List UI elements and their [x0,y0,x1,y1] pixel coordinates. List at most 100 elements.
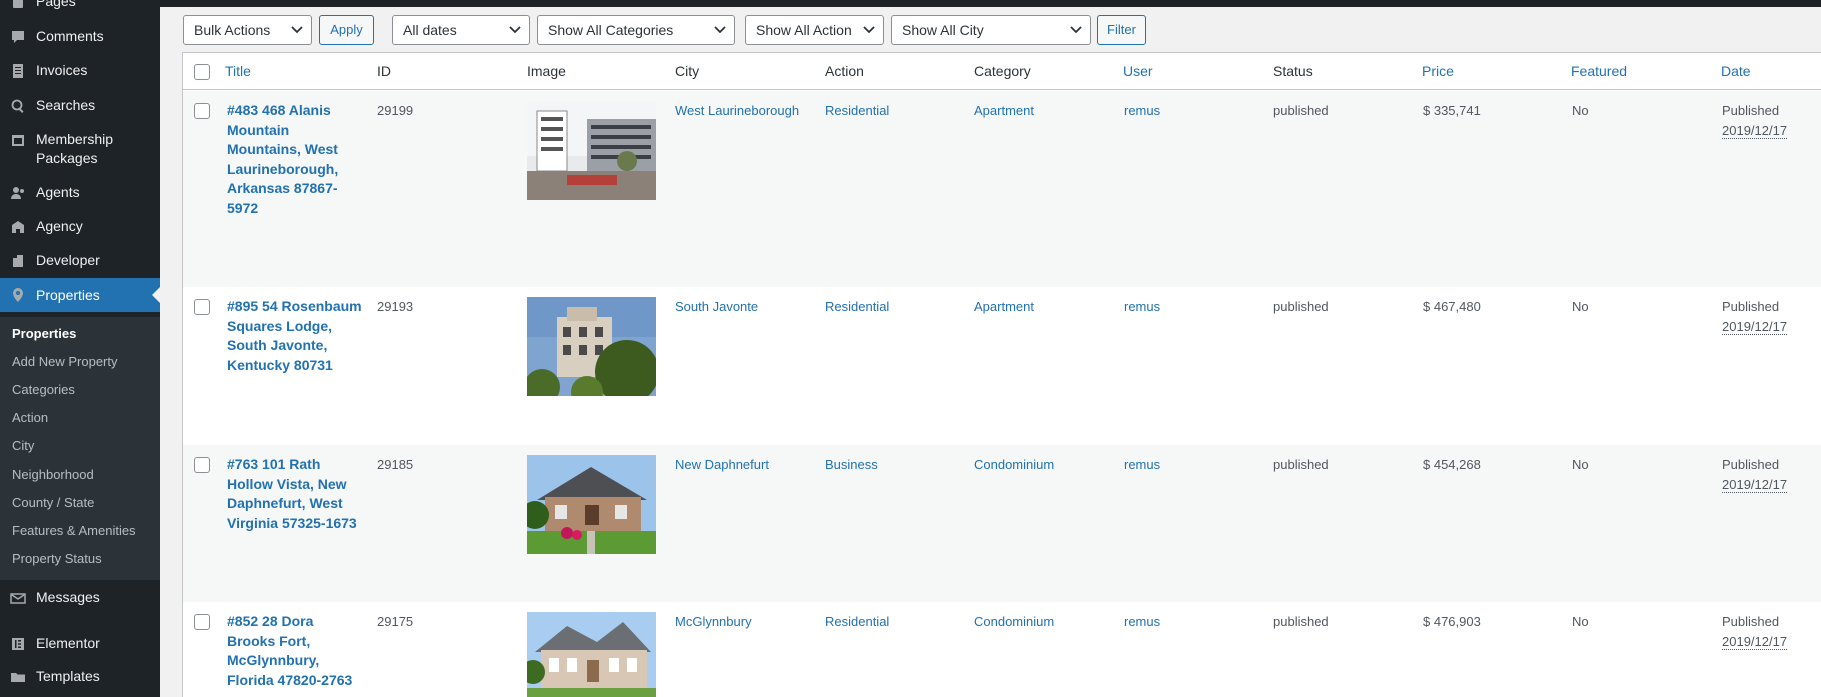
property-title-link[interactable]: #763 101 Rath Hollow Vista, New Daphnefu… [227,455,365,533]
property-thumbnail[interactable] [527,455,656,554]
submenu-item-categories[interactable]: Categories [12,382,75,397]
invoices-icon [8,61,28,81]
row-checkbox[interactable] [194,614,210,630]
sidebar-item-elementor[interactable]: Elementor [0,634,160,654]
table-header: Title ID Image City Action Category User… [183,53,1821,90]
action-filter-select[interactable]: Show All Action [745,15,884,45]
column-header-action: Action [825,63,864,79]
sidebar-item-agents[interactable]: Agents [0,183,160,203]
agency-icon [8,217,28,237]
pages-icon [8,0,28,12]
developer-icon [8,251,28,271]
property-user-link[interactable]: remus [1124,101,1160,121]
submenu-item-action[interactable]: Action [12,410,48,425]
select-all-checkbox[interactable] [194,64,210,80]
elementor-icon [8,634,28,654]
property-price: $ 454,268 [1423,457,1481,472]
sidebar-item-templates[interactable]: Templates [0,667,160,687]
column-header-title[interactable]: Title [225,63,251,79]
column-header-image: Image [527,63,566,79]
bulk-actions-select[interactable]: Bulk Actions [183,15,312,45]
row-checkbox[interactable] [194,299,210,315]
city-filter-select[interactable]: Show All City [891,15,1091,45]
table-row: #852 28 Dora Brooks Fort, McGlynnbury, F… [183,602,1821,697]
sidebar-item-messages[interactable]: Messages [0,588,160,608]
apply-button[interactable]: Apply [319,15,374,45]
calendar-icon [8,130,28,150]
column-header-featured[interactable]: Featured [1571,63,1627,79]
property-city-link[interactable]: McGlynnbury [675,612,752,632]
dates-filter-select[interactable]: All dates [392,15,530,45]
properties-submenu: Properties Add New Property Categories A… [0,317,160,580]
property-user-link[interactable]: remus [1124,455,1160,475]
agents-icon [8,183,28,203]
property-date: Published 2019/12/17 [1722,101,1788,140]
submenu-item-add-new-property[interactable]: Add New Property [12,354,118,369]
column-header-date[interactable]: Date [1721,63,1751,79]
property-date: Published 2019/12/17 [1722,612,1788,651]
folder-icon [8,667,28,687]
chevron-down-icon [863,26,875,34]
property-user-link[interactable]: remus [1124,297,1160,317]
table-row: #763 101 Rath Hollow Vista, New Daphnefu… [183,445,1821,602]
submenu-item-features-amenities[interactable]: Features & Amenities [12,523,136,538]
property-action-link[interactable]: Business [825,455,878,475]
property-action-link[interactable]: Residential [825,297,889,317]
sidebar-item-membership-packages[interactable]: Membership Packages [0,130,160,168]
property-action-link[interactable]: Residential [825,612,889,632]
property-featured: No [1572,299,1589,314]
submenu-item-neighborhood[interactable]: Neighborhood [12,467,94,482]
property-featured: No [1572,614,1589,629]
column-header-user[interactable]: User [1123,63,1153,79]
property-title-link[interactable]: #895 54 Rosenbaum Squares Lodge, South J… [227,297,365,375]
date-value: 2019/12/17 [1722,633,1788,650]
property-title-link[interactable]: #852 28 Dora Brooks Fort, McGlynnbury, F… [227,612,365,690]
property-thumbnail[interactable] [527,612,656,697]
sidebar-item-comments[interactable]: Comments [0,27,160,47]
property-thumbnail[interactable] [527,101,656,200]
property-id: 29199 [377,103,414,118]
property-city-link[interactable]: New Daphnefurt [675,455,769,475]
property-user-link[interactable]: remus [1124,612,1160,632]
submenu-item-property-status[interactable]: Property Status [12,551,102,566]
column-header-price[interactable]: Price [1422,63,1454,79]
row-checkbox[interactable] [194,103,210,119]
submenu-item-county-state[interactable]: County / State [12,495,94,510]
column-header-city: City [675,63,700,79]
date-status: Published [1722,299,1780,314]
date-value: 2019/12/17 [1722,476,1788,493]
submenu-item-city[interactable]: City [12,438,34,453]
sidebar-item-developer[interactable]: Developer [0,251,160,271]
property-category-link[interactable]: Condominium [974,612,1054,632]
property-date: Published 2019/12/17 [1722,297,1788,336]
column-header-id: ID [377,63,391,79]
property-id: 29185 [377,457,414,472]
column-header-status: Status [1273,63,1313,79]
filter-button[interactable]: Filter [1097,15,1146,45]
chevron-down-icon [291,26,303,34]
property-status: published [1273,614,1329,629]
submenu-item-properties[interactable]: Properties [12,326,76,341]
property-category-link[interactable]: Condominium [974,455,1054,475]
row-checkbox[interactable] [194,457,210,473]
sidebar-item-properties[interactable]: Properties [0,278,160,312]
property-price: $ 476,903 [1423,614,1481,629]
property-price: $ 335,741 [1423,103,1481,118]
sidebar-item-agency[interactable]: Agency [0,217,160,237]
property-category-link[interactable]: Apartment [974,297,1034,317]
property-city-link[interactable]: West Laurineborough [675,101,799,121]
property-city-link[interactable]: South Javonte [675,297,758,317]
property-category-link[interactable]: Apartment [974,101,1034,121]
date-value: 2019/12/17 [1722,122,1788,139]
sidebar-item-searches[interactable]: Searches [0,96,160,116]
property-title-link[interactable]: #483 468 Alanis Mountain Mountains, West… [227,101,365,218]
sidebar-item-invoices[interactable]: Invoices [0,61,160,81]
admin-sidebar: Pages Comments Invoices Searches Members… [0,0,160,697]
property-id: 29193 [377,299,414,314]
sidebar-item-pages[interactable]: Pages [0,0,160,12]
property-action-link[interactable]: Residential [825,101,889,121]
date-status: Published [1722,614,1780,629]
categories-filter-select[interactable]: Show All Categories [537,15,735,45]
property-thumbnail[interactable] [527,297,656,396]
property-id: 29175 [377,614,414,629]
